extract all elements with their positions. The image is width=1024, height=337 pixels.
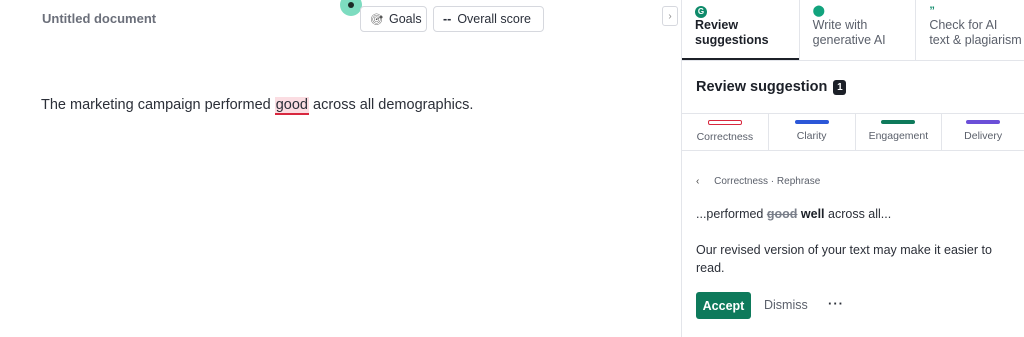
grammarly-g-icon: G [695, 6, 707, 18]
tab-review-suggestions[interactable]: G Review suggestions [682, 0, 799, 60]
category-filters: Correctness Clarity Engagement Delivery [682, 113, 1024, 151]
tab-label-line2: suggestions [695, 33, 769, 47]
text-after: across all demographics. [309, 97, 474, 113]
clarity-bar [794, 120, 829, 124]
category-clarity[interactable]: Clarity [769, 114, 856, 150]
score-value: -- [443, 12, 452, 26]
category-label: Engagement [868, 130, 929, 142]
assistant-panel: G Review suggestions ⬤ Write with genera… [681, 0, 1024, 337]
chevron-left-icon[interactable]: ‹ [696, 176, 699, 187]
chevron-right-icon: › [668, 10, 672, 22]
tab-label-line1: Write with [812, 18, 868, 32]
category-label: Delivery [964, 130, 1003, 142]
preview-suffix: across all... [824, 207, 892, 221]
collapse-panel-button[interactable]: › [662, 6, 678, 26]
overall-score-label: Overall score [457, 12, 531, 26]
removed-word: good [766, 207, 798, 221]
more-options-button[interactable]: ··· [828, 296, 844, 311]
flagged-word[interactable]: good [274, 97, 309, 115]
document-title[interactable]: Untitled document [42, 11, 156, 26]
text-before: The marketing campaign performed [41, 97, 275, 113]
dismiss-button[interactable]: Dismiss [764, 298, 808, 312]
overall-score-button[interactable]: -- Overall score [433, 6, 544, 32]
suggestion-explanation: Our revised version of your text may mak… [696, 243, 992, 275]
lightbulb-pin-icon: ⬤ [812, 5, 825, 17]
target-icon: 🎯︎ [370, 13, 384, 26]
correctness-bar [707, 120, 742, 125]
quote-icon: ” [929, 5, 935, 17]
panel-tabs: G Review suggestions ⬤ Write with genera… [682, 0, 1024, 61]
suggestion-breadcrumb: ‹ Correctness · Rephrase [696, 176, 820, 187]
document-body[interactable]: The marketing campaign performed good ac… [41, 97, 474, 115]
goals-button[interactable]: 🎯︎ Goals [360, 6, 427, 32]
breadcrumb-label: Correctness · Rephrase [714, 176, 821, 187]
delivery-bar [966, 120, 1001, 124]
tab-ai-plagiarism[interactable]: ” Check for AI text & plagiarism [915, 0, 1024, 60]
added-word: well [800, 207, 825, 221]
status-indicator[interactable] [340, 0, 362, 16]
tab-label-line2: text & plagiarism [929, 33, 1022, 47]
tab-write-generative-ai[interactable]: ⬤ Write with generative AI [798, 0, 916, 60]
goals-label: Goals [388, 12, 422, 26]
category-engagement[interactable]: Engagement [856, 114, 943, 150]
category-correctness[interactable]: Correctness [682, 114, 769, 150]
suggestion-preview: ...performed good well across all... [696, 207, 891, 221]
accept-button[interactable]: Accept [696, 292, 751, 319]
review-title: Review suggestion [696, 79, 828, 95]
engagement-bar [881, 120, 916, 124]
category-delivery[interactable]: Delivery [942, 114, 1024, 150]
tab-label-line1: Check for AI [929, 18, 998, 32]
category-label: Clarity [796, 130, 827, 142]
tab-label-line2: generative AI [812, 33, 886, 47]
category-label: Correctness [696, 131, 754, 143]
tab-label-line1: Review [695, 18, 739, 32]
suggestion-count-badge: 1 [833, 80, 847, 95]
review-header: Review suggestion 1 [682, 61, 1024, 113]
preview-prefix: ...performed [696, 207, 767, 221]
